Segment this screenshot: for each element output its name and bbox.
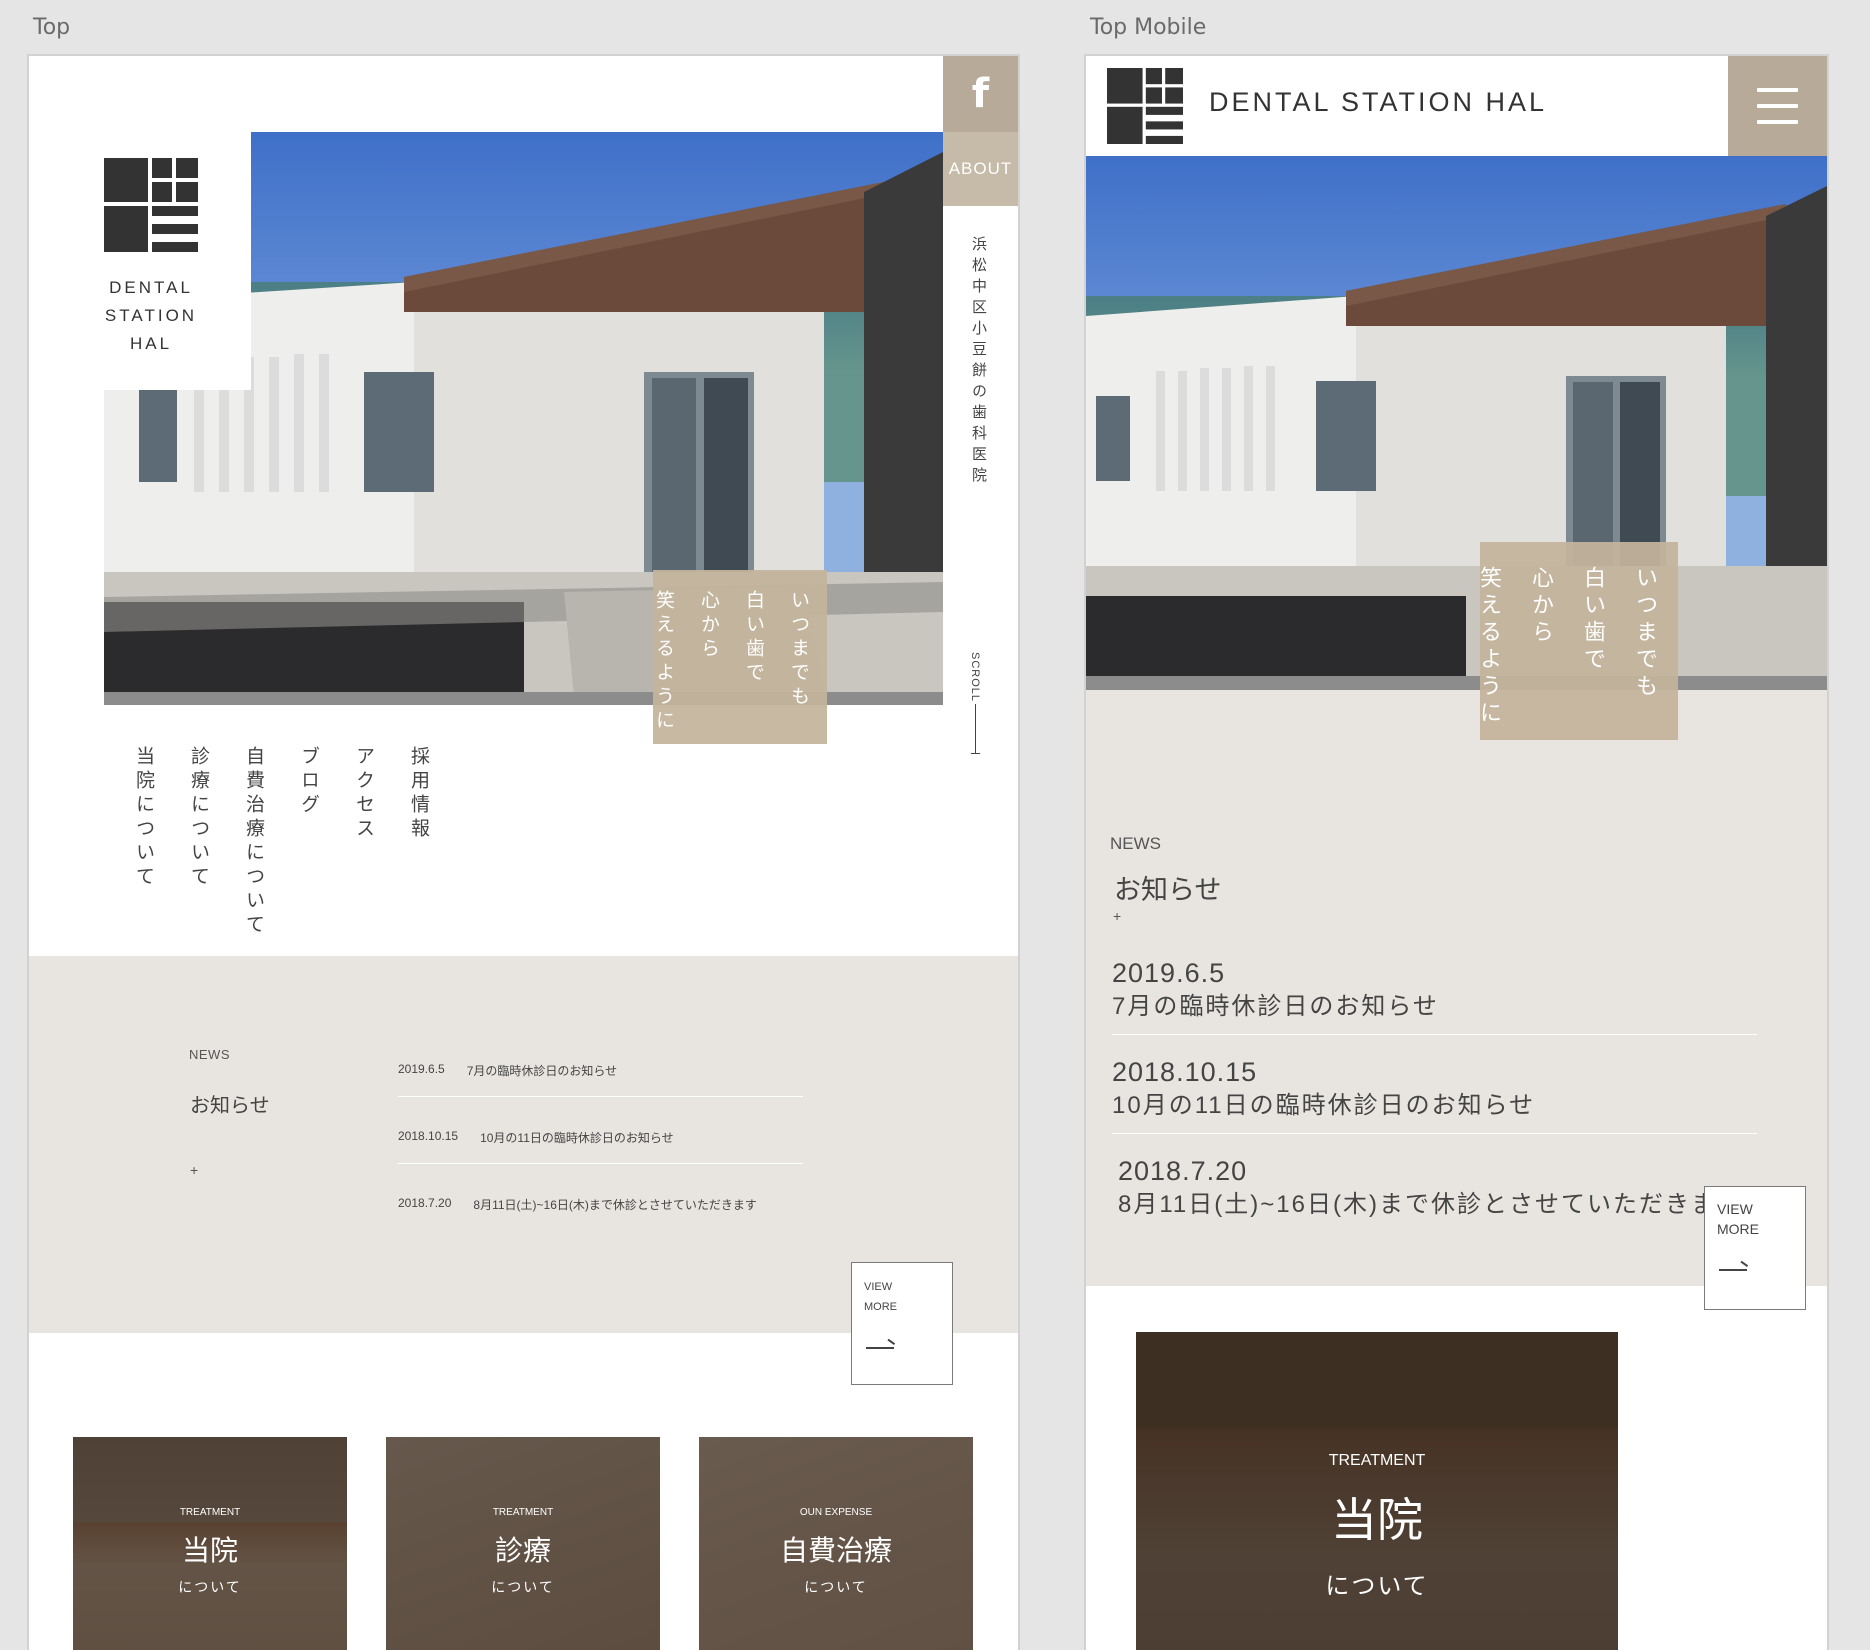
tagline-box: いつまでも 白い歯で 心から 笑えるように [1476, 542, 1678, 740]
logo-line-1: DENTAL [109, 278, 193, 297]
nav-item-recruit[interactable]: 採用情報 [406, 746, 433, 938]
news-item[interactable]: 2018.7.20 8月11日(土)~16日(木)まで休診とさせていただきます [398, 1196, 803, 1231]
mobile-artboard: DENTAL STATION HAL NEWS お知らせ + 2019.6.5 … [1086, 56, 1827, 1650]
nav-item-self-pay[interactable]: 自費治療について [241, 746, 268, 938]
view-more-button[interactable]: VIEW MORE [851, 1262, 953, 1385]
view-more-button[interactable]: VIEW MORE [1704, 1186, 1806, 1310]
news-headline: 10月の11日の臨時休診日のお知らせ [1112, 1092, 1536, 1119]
nav-item-about[interactable]: 当院について [131, 746, 158, 938]
side-catchphrase: 浜松中区小豆餅の歯科医院 [970, 236, 988, 488]
news-title: お知らせ [1114, 875, 1222, 906]
tagline-line-1: いつまでも [1632, 566, 1657, 701]
card-kicker: TREATMENT [492, 1507, 554, 1518]
news-kicker: NEWS [189, 1047, 230, 1062]
tagline-line-2: 白い歯で [1580, 566, 1605, 674]
news-kicker: NEWS [1110, 834, 1161, 853]
news-plus[interactable]: + [190, 1162, 198, 1178]
logo-card[interactable]: DENTAL STATION HAL [104, 132, 251, 390]
nav-item-treatment[interactable]: 診療について [186, 746, 213, 938]
news-headline: 7月の臨時休診日のお知らせ [466, 1064, 618, 1078]
tagline-line-4: 笑えるように [653, 590, 675, 734]
news-item[interactable]: 2018.10.15 10月の11日の臨時休診日のお知らせ [398, 1129, 803, 1164]
hero-photo [1086, 156, 1827, 690]
artboard-label-mobile: Top Mobile [1090, 15, 1207, 40]
card-kicker: OUN EXPENSE [799, 1507, 873, 1518]
card-sub: について [1325, 1572, 1429, 1600]
arrow-right-icon [1719, 1269, 1747, 1271]
card-sub: について [804, 1580, 868, 1596]
news-item[interactable]: 2019.6.5 7月の臨時休診日のお知らせ [1112, 956, 1757, 1035]
card-title: 当院 [1331, 1493, 1423, 1547]
news-date: 2018.7.20 [398, 1196, 452, 1210]
logo-line-3: HAL [129, 334, 173, 353]
artboard-label-desktop: Top [33, 15, 71, 40]
news-date: 2018.10.15 [398, 1129, 459, 1143]
card-self-pay[interactable]: OUN EXPENSE 自費治療 について [699, 1437, 973, 1650]
news-headline: 8月11日(土)~16日(木)まで休診とさせていただきます [473, 1198, 757, 1212]
news-headline: 10月の11日の臨時休診日のお知らせ [480, 1131, 674, 1145]
brand-name[interactable]: DENTAL STATION HAL [1209, 87, 1547, 118]
card-about[interactable]: TREATMENT 当院 について [73, 1437, 347, 1650]
card-sub: について [491, 1580, 555, 1596]
scroll-indicator[interactable] [971, 704, 980, 754]
view-more-line-2: MORE [864, 1301, 897, 1313]
card-title: 当院 [181, 1534, 238, 1567]
tagline-line-1: いつまでも [788, 590, 810, 710]
news-date: 2018.10.15 [1112, 1057, 1258, 1087]
menu-icon-bar [1757, 120, 1798, 124]
menu-icon-bar [1757, 104, 1798, 108]
nav-item-access[interactable]: アクセス [351, 746, 378, 938]
card-treatment[interactable]: TREATMENT 診療 について [386, 1437, 660, 1650]
facebook-icon: f [971, 71, 990, 117]
news-date: 2018.7.20 [1118, 1156, 1248, 1186]
tagline-box: いつまでも 白い歯で 心から 笑えるように [653, 570, 827, 744]
view-more-line-1: VIEW [1717, 1201, 1753, 1217]
news-headline: 8月11日(土)~16日(木)まで休診とさせていただきます [1118, 1191, 1743, 1218]
tagline-line-3: 心から [1528, 566, 1553, 647]
news-date: 2019.6.5 [398, 1062, 445, 1076]
view-more-line-1: VIEW [864, 1281, 893, 1293]
card-title: 自費治療 [779, 1534, 892, 1567]
nav-item-blog[interactable]: ブログ [296, 746, 323, 938]
card-sub: について [178, 1580, 242, 1596]
news-list: 2019.6.5 7月の臨時休診日のお知らせ 2018.10.15 10月の11… [1112, 956, 1757, 1252]
tagline-line-4: 笑えるように [1476, 566, 1501, 728]
desktop-artboard: DENTAL STATION HAL f ABOUT 浜松中区小豆餅の歯科医院 … [29, 56, 1018, 1650]
logo-mark-icon [104, 158, 198, 252]
menu-icon-bar [1757, 88, 1798, 92]
news-item[interactable]: 2018.10.15 10月の11日の臨時休診日のお知らせ [1112, 1055, 1757, 1134]
logo-line-2: STATION [104, 306, 198, 325]
news-headline: 7月の臨時休診日のお知らせ [1112, 993, 1439, 1020]
news-title: お知らせ [190, 1093, 270, 1117]
news-list: 2019.6.5 7月の臨時休診日のお知らせ 2018.10.15 10月の11… [398, 1062, 803, 1263]
logo-text: DENTAL STATION HAL [104, 274, 198, 358]
tagline-line-2: 白い歯で [743, 590, 765, 686]
card-kicker: TREATMENT [1328, 1452, 1426, 1469]
clinic-building-image [1086, 186, 1827, 690]
arrow-right-icon [866, 1347, 894, 1349]
scroll-label[interactable]: SCROLL [969, 652, 981, 702]
card-title: 診療 [494, 1534, 551, 1567]
news-item[interactable]: 2018.7.20 8月11日(土)~16日(木)まで休診とさせていただきます [1112, 1154, 1757, 1232]
card-about[interactable]: TREATMENT 当院 について [1136, 1332, 1618, 1650]
news-item[interactable]: 2019.6.5 7月の臨時休診日のお知らせ [398, 1062, 803, 1097]
view-more-line-2: MORE [1717, 1221, 1759, 1237]
global-nav: 採用情報 アクセス ブログ 自費治療について 診療について 当院について [131, 746, 433, 938]
about-button[interactable]: ABOUT [943, 132, 1018, 206]
mobile-header: DENTAL STATION HAL [1086, 56, 1827, 156]
hamburger-menu-button[interactable] [1728, 56, 1827, 156]
news-plus[interactable]: + [1113, 908, 1121, 924]
tagline-line-3: 心から [698, 590, 720, 662]
news-date: 2019.6.5 [1112, 958, 1226, 988]
logo-mark-icon[interactable] [1107, 68, 1183, 144]
facebook-button[interactable]: f [943, 56, 1018, 132]
card-kicker: TREATMENT [179, 1507, 241, 1518]
